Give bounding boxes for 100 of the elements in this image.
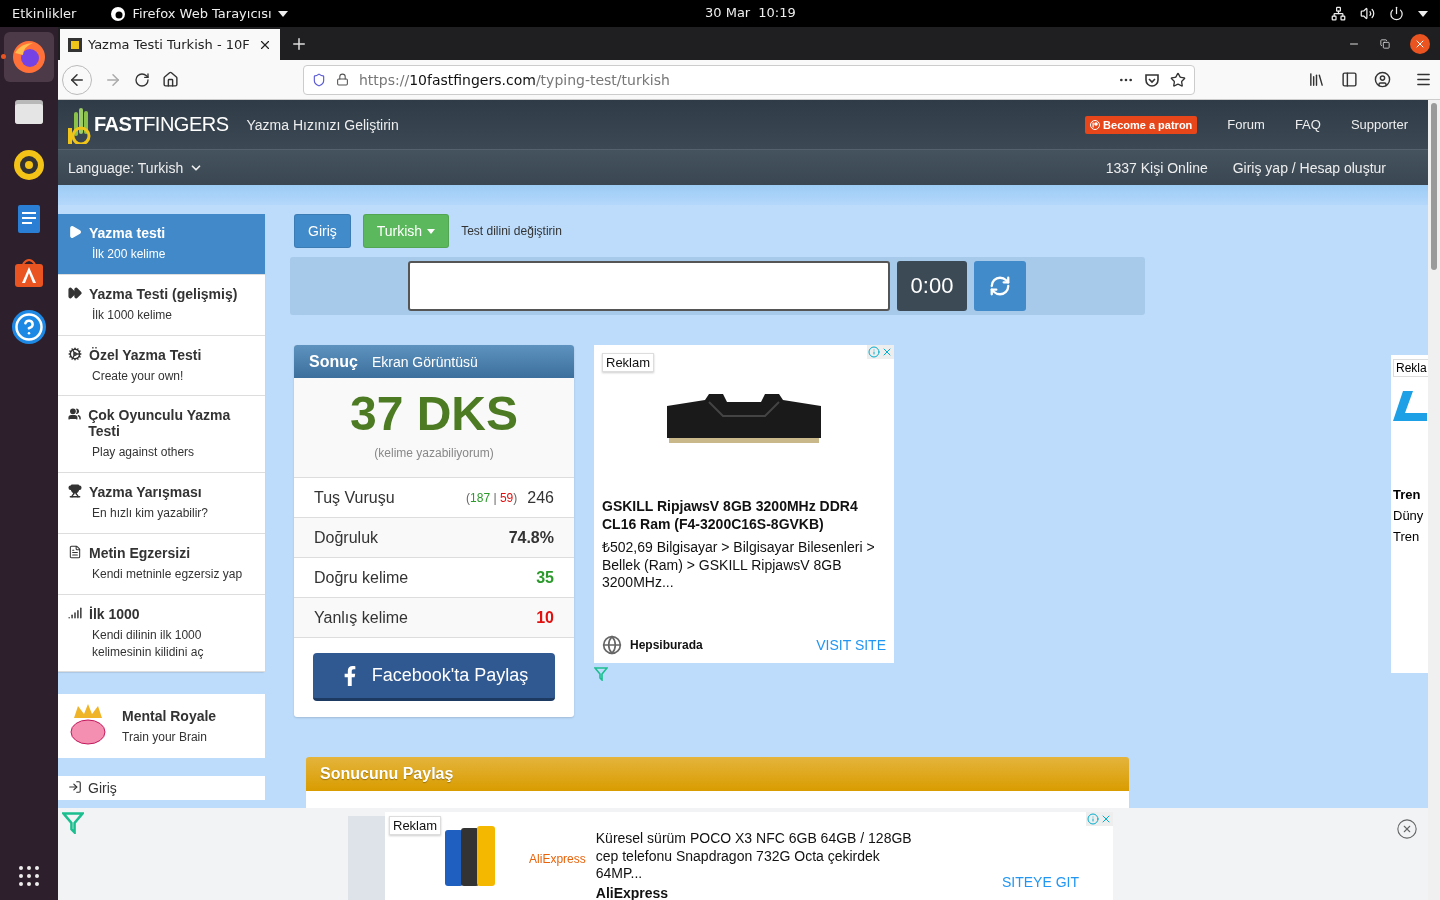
library-icon[interactable] [1308,71,1325,88]
site-tagline: Yazma Hızınızı Geliştirin [246,116,399,133]
clock[interactable]: 30 Mar 10:19 [705,5,796,20]
sidebar-item[interactable]: Çok Oyunculu Yazma Testi Play against others [58,396,265,474]
sidebar-item[interactable]: Yazma testi İlk 200 kelime [58,214,265,275]
help-icon [12,310,46,344]
ad-source: Hepsiburada [630,638,704,652]
users-icon [68,407,82,422]
trophy-icon [68,484,82,499]
timer: 0:00 [897,261,967,311]
sidebar-icon[interactable] [1341,71,1358,88]
favicon-icon [68,37,82,52]
power-icon[interactable] [1389,6,1404,21]
sidebar-item[interactable]: İlk 1000 Kendi dilinin ilk 1000 kelimesinin kilidini aç [58,594,265,673]
wpm-note: (kelime yazabiliyorum) [374,446,494,460]
network-icon[interactable] [1331,6,1346,21]
ad-source: AliExpress [595,884,670,900]
lock-icon [336,73,349,86]
speaker-icon [12,148,46,182]
play-icon [68,225,82,239]
fast-forward-icon [68,285,82,300]
funnel-icon [62,812,84,834]
shopping-bag-icon [12,256,46,290]
screenshot-tab[interactable]: Ekran Görüntüsü [371,353,478,370]
aliexpress-logo: AliExpress [529,852,586,866]
ad-title: Küresel sürüm POCO X3 NFC 6GB 64GB / 128GB cep telefonu Snapdragon 732G Octa çekirdek 64MP... [595,830,913,883]
sidebar-item[interactable]: Özel Yazma Testi Create your own! [58,335,265,397]
globe-icon [602,635,622,655]
show-apps-icon[interactable] [19,866,39,886]
caret-icon [427,228,436,234]
promo-title: Mental Royale [122,708,217,725]
language-hint: Test dilini değiştirin [461,224,562,238]
account-icon[interactable] [1374,71,1391,88]
stat-value: 74.8% [508,528,554,547]
scrollbar[interactable] [1428,100,1440,900]
stat-value: 10 [536,608,554,627]
promo-subtitle: Train your Brain [122,730,208,745]
ad-title: Tren [1393,487,1422,502]
stat-label: Yanlış kelime [314,608,409,627]
patreon-button[interactable]: Become a patron [1085,115,1198,134]
new-tab-icon[interactable] [290,35,308,53]
volume-icon[interactable] [1360,6,1375,21]
login-icon [68,780,82,795]
nav-link[interactable]: Forum [1227,117,1265,132]
result-title: Sonuç [309,352,358,371]
shield-icon [312,72,326,87]
firefox-icon [110,5,127,22]
sidebar-item[interactable]: Yazma Yarışması En hızlı kim yazabilir? [58,473,265,534]
stat-label: Tuş Vuruşu [314,488,396,507]
dock-item[interactable] [4,32,54,82]
typing-input[interactable] [408,261,890,311]
bookmark-star-icon[interactable] [1170,71,1186,88]
activities-button[interactable]: Etkinlikler [12,6,77,21]
ad-description: ₺502,69 Bilgisayar > Bilgisayar Bilesenleri > Bellek (Ram) > GSKILL RipjawsV 8GB 3200MHz... [602,539,876,592]
stat-value: 35 [536,568,554,587]
document-icon [68,545,82,559]
site-logo[interactable]: FASTFINGERS [68,105,229,144]
language-selector[interactable]: Language: Turkish [68,159,204,176]
pocket-icon[interactable] [1144,71,1160,88]
stat-label: Doğru kelime [314,568,410,587]
patreon-icon [1090,119,1101,130]
facebook-share-button[interactable]: Facebook'ta Paylaş [313,653,555,701]
login-link[interactable]: Giriş [58,776,265,801]
restart-button[interactable] [974,261,1026,311]
ad-title: GSKILL RipjawsV 8GB 3200MHz DDR4 CL16 Ram (F4-3200C16S-8GVKB) [602,498,859,533]
address-bar[interactable]: https://10fastfingers.com/typing-test/turkish [303,64,1195,95]
keystroke-breakdown: (187 | 59) [466,490,518,505]
firefox-icon [11,39,47,75]
stat-value: 246 [527,488,554,507]
side-ad-card[interactable]: Rekla Tren Düny Tren [1391,355,1428,673]
login-button[interactable]: Giriş [294,214,351,248]
online-count: 1337 Kişi Online [1105,159,1208,176]
ad-text: Düny [1393,508,1425,523]
ad-label: Reklam [602,353,655,372]
ad-logo-icon [1393,391,1427,421]
restore-icon[interactable] [1380,38,1390,49]
sidebar-item[interactable]: Yazma Testi (gelişmiş) İlk 1000 kelime [58,274,265,336]
signal-bars-icon [68,605,82,620]
stat-label: Doğruluk [314,528,380,547]
nav-link[interactable]: Supporter [1350,117,1408,132]
ad-text: Tren [1393,529,1421,544]
share-header: Sonucunu Paylaş [306,757,1129,791]
browser-tab[interactable]: Yazma Testi Turkish - 10F [60,29,280,60]
funnel-icon [594,667,608,681]
home-icon[interactable] [162,71,179,88]
wpm-score: 37 DKS [349,390,519,438]
reload-icon[interactable] [134,71,150,88]
app-menu[interactable]: Firefox Web Tarayıcısı [110,5,288,22]
nav-link[interactable]: FAQ [1294,117,1321,132]
hand-logo-icon [68,105,92,144]
menu-icon[interactable] [1415,71,1432,88]
gears-icon [68,346,82,361]
caret-icon[interactable] [1418,10,1428,17]
ad-label: Reklam [389,816,442,835]
sidebar-item[interactable]: Metin Egzersizi Kendi metninle egzersiz yap [58,534,265,595]
close-window-button[interactable] [1410,33,1430,54]
caret-icon [277,10,288,17]
url-text: https://10fastfingers.com/typing-test/turkish [359,71,671,88]
account-link[interactable]: Giriş yap / Hesap oluştur [1232,159,1386,176]
promo-card[interactable]: Mental Royale Train your Brain [58,694,265,759]
